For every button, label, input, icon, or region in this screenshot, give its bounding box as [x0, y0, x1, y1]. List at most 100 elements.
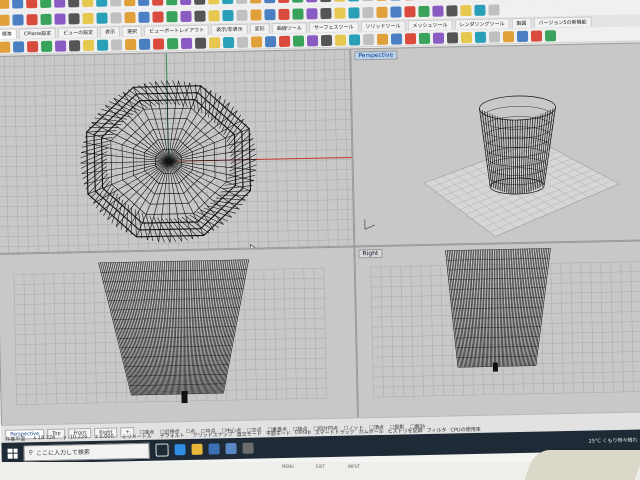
toolbar-tool-icon[interactable]: [124, 11, 136, 23]
toolbar-tool-icon[interactable]: [68, 39, 81, 51]
layer-label[interactable]: デフォルト: [160, 432, 185, 440]
toolbar-tab[interactable]: ビューポートレイアウト: [143, 24, 210, 36]
toolbar-tool-icon[interactable]: [12, 13, 24, 26]
toolbar-tool-icon[interactable]: [264, 8, 276, 20]
toolbar-tool-icon[interactable]: [334, 7, 346, 19]
toolbar-tab[interactable]: 標準: [0, 28, 17, 39]
toolbar-tool-icon[interactable]: [96, 0, 108, 7]
toolbar-tool-icon[interactable]: [530, 29, 543, 42]
toolbar-tool-icon[interactable]: [320, 34, 333, 46]
toolbar-tab[interactable]: 変形: [249, 23, 270, 34]
toolbar-tool-icon[interactable]: [180, 10, 192, 22]
toolbar-tool-icon[interactable]: [26, 40, 39, 52]
toolbar-tool-icon[interactable]: [390, 32, 403, 45]
toolbar-tool-icon[interactable]: [516, 30, 529, 42]
toolbar-tool-icon[interactable]: [361, 0, 374, 1]
toolbar-tab[interactable]: 選択: [121, 25, 143, 37]
toolbar-tool-icon[interactable]: [0, 41, 11, 53]
taskbar-search-input[interactable]: ⚲ ここに入力して検索: [23, 442, 150, 461]
toolbar-tool-icon[interactable]: [376, 6, 388, 18]
toolbar-tool-icon[interactable]: [152, 37, 165, 50]
toolbar-tool-icon[interactable]: [333, 0, 346, 2]
toolbar-tool-icon[interactable]: [208, 0, 220, 4]
toolbar-tool-icon[interactable]: [194, 10, 206, 22]
toolbar-tool-icon[interactable]: [96, 39, 109, 51]
toolbar-tool-icon[interactable]: [68, 0, 80, 7]
toolbar-tool-icon[interactable]: [264, 35, 277, 47]
toolbar-tool-icon[interactable]: [292, 34, 305, 47]
toolbar-tool-icon[interactable]: [278, 8, 290, 20]
windows-start-icon[interactable]: [7, 448, 18, 459]
toolbar-tool-icon[interactable]: [390, 5, 402, 18]
toolbar-tool-icon[interactable]: [152, 10, 164, 23]
toolbar-tool-icon[interactable]: [194, 37, 207, 49]
toolbar-tool-icon[interactable]: [138, 38, 151, 50]
toolbar-tab[interactable]: CPlane設定: [18, 27, 57, 39]
toolbar-tool-icon[interactable]: [0, 0, 10, 9]
toolbar-tab[interactable]: 製図: [511, 17, 532, 29]
toolbar-tool-icon[interactable]: [250, 35, 263, 48]
toolbar-tab[interactable]: 曲線ツール: [271, 22, 307, 34]
toolbar-tool-icon[interactable]: [96, 12, 108, 24]
toolbar-tool-icon[interactable]: [306, 0, 318, 2]
toolbar-tool-icon[interactable]: [26, 13, 38, 25]
toolbar-tool-icon[interactable]: [460, 4, 472, 16]
toolbar-tool-icon[interactable]: [222, 9, 234, 21]
weather-tray[interactable]: 25°C くもり時々晴れ: [588, 437, 637, 445]
toolbar-tool-icon[interactable]: [488, 3, 500, 16]
toolbar-tool-icon[interactable]: [0, 14, 10, 26]
toolbar-tool-icon[interactable]: [124, 0, 136, 6]
toolbar-tab[interactable]: サーフェスツール: [308, 21, 359, 33]
toolbar-tool-icon[interactable]: [292, 0, 304, 3]
toolbar-tool-icon[interactable]: [222, 36, 235, 48]
toolbar-tool-icon[interactable]: [320, 7, 332, 19]
toolbar-tab[interactable]: 表示/非表示: [210, 23, 248, 35]
toolbar-tool-icon[interactable]: [292, 7, 304, 20]
viewport-front[interactable]: [0, 246, 358, 426]
toolbar-tool-icon[interactable]: [236, 0, 248, 4]
toolbar-tool-icon[interactable]: [124, 38, 137, 50]
toolbar-tool-icon[interactable]: [306, 7, 318, 19]
viewport-label-perspective[interactable]: Perspective: [354, 50, 398, 61]
toolbar-tool-icon[interactable]: [40, 40, 53, 52]
toolbar-tool-icon[interactable]: [362, 33, 375, 45]
toolbar-tool-icon[interactable]: [418, 32, 431, 44]
toolbar-tool-icon[interactable]: [278, 35, 291, 47]
toolbar-tab[interactable]: 表示: [99, 26, 121, 37]
toolbar-tool-icon[interactable]: [250, 8, 262, 21]
toolbar-tool-icon[interactable]: [40, 0, 52, 8]
toolbar-tool-icon[interactable]: [446, 31, 459, 43]
toolbar-tab[interactable]: ビューの設定: [57, 26, 99, 38]
toolbar-tool-icon[interactable]: [432, 32, 445, 44]
mode-toggle[interactable]: Osnap: [295, 429, 311, 436]
mode-toggle[interactable]: 直交モード: [237, 430, 262, 438]
toolbar-tool-icon[interactable]: [166, 0, 178, 5]
toolbar-tool-icon[interactable]: [264, 0, 276, 3]
toolbar-tool-icon[interactable]: [54, 12, 66, 25]
toolbar-tool-icon[interactable]: [166, 37, 179, 49]
toolbar-tool-icon[interactable]: [348, 6, 360, 19]
toolbar-tool-icon[interactable]: [40, 13, 52, 25]
edge-browser-icon[interactable]: [174, 444, 186, 456]
toolbar-tab[interactable]: バージョン5の新機能: [533, 16, 592, 28]
toolbar-tool-icon[interactable]: [110, 38, 123, 51]
toolbar-tool-icon[interactable]: [54, 0, 66, 8]
toolbar-tool-icon[interactable]: [474, 4, 486, 16]
mode-toggle[interactable]: フィルタ: [427, 426, 447, 433]
toolbar-tool-icon[interactable]: [278, 0, 290, 3]
viewport-right[interactable]: Right: [354, 240, 640, 419]
toolbar-tool-icon[interactable]: [236, 36, 249, 48]
mail-icon[interactable]: [225, 442, 237, 455]
toolbar-tool-icon[interactable]: [208, 36, 221, 48]
toolbar-tool-icon[interactable]: [12, 40, 25, 53]
toolbar-tool-icon[interactable]: [362, 6, 374, 18]
file-explorer-icon[interactable]: [191, 443, 203, 455]
toolbar-tool-icon[interactable]: [348, 33, 361, 46]
viewport-perspective[interactable]: Perspective: [350, 42, 640, 247]
viewport-label-right[interactable]: Right: [358, 248, 383, 259]
toolbar-tool-icon[interactable]: [306, 34, 319, 46]
toolbar-tool-icon[interactable]: [180, 0, 192, 5]
rhino-app-icon[interactable]: [242, 442, 254, 454]
toolbar-tool-icon[interactable]: [418, 5, 430, 17]
toolbar-tool-icon[interactable]: [236, 9, 248, 21]
